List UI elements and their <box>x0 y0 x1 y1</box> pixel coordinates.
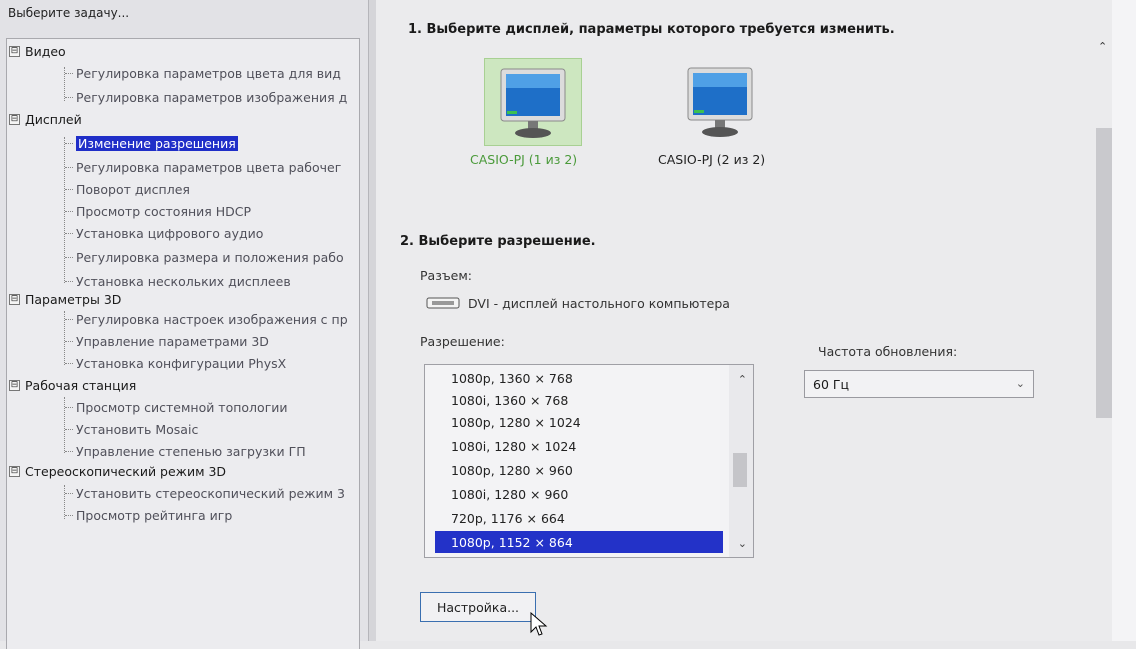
display-2-card[interactable] <box>672 58 768 144</box>
task-pane: Выберите задачу... ⊟ Видео Регулировка п… <box>0 0 368 649</box>
tree-category-3d[interactable]: ⊟ Параметры 3D <box>9 289 121 309</box>
resolution-option[interactable]: 1080p, 1360 × 768 <box>435 367 723 389</box>
tree-category-stereo3d[interactable]: ⊟ Стереоскопический режим 3D <box>9 461 226 481</box>
chevron-up-icon[interactable]: ⌃ <box>738 373 747 386</box>
collapse-icon[interactable]: ⊟ <box>9 465 20 477</box>
window-edge <box>1112 0 1136 641</box>
tree-category-label: Стереоскопический режим 3D <box>25 463 227 479</box>
display-1-label[interactable]: CASIO-PJ (1 из 2) <box>470 152 577 167</box>
connector-label: Разъем: <box>420 268 473 283</box>
resolution-option-selected[interactable]: 1080p, 1152 × 864 <box>435 531 723 553</box>
collapse-icon[interactable]: ⊟ <box>9 45 20 57</box>
tree-item-3d-image[interactable]: Регулировка настроек изображения с пр <box>65 309 348 329</box>
main-scrollbar-thumb[interactable] <box>1096 128 1112 418</box>
setup-button[interactable]: Настройка... <box>420 592 536 622</box>
main-content: 1. Выберите дисплей, параметры которого … <box>376 0 1136 641</box>
tree-item-gpu-load[interactable]: Управление степенью загрузки ГП <box>65 441 306 461</box>
tree-item-rotate-display[interactable]: Поворот дисплея <box>65 179 190 199</box>
tree-category-label: Видео <box>25 43 66 59</box>
mouse-cursor-icon <box>530 612 548 636</box>
resolution-list[interactable]: 1080p, 1360 × 768 1080i, 1360 × 768 1080… <box>424 364 754 558</box>
tree-item-system-topology[interactable]: Просмотр системной топологии <box>65 397 288 417</box>
collapse-icon[interactable]: ⊟ <box>9 293 20 305</box>
tree-item-multiple-displays[interactable]: Установка нескольких дисплеев <box>65 271 291 291</box>
tree-category-label: Рабочая станция <box>25 377 137 393</box>
tree-item-game-ratings[interactable]: Просмотр рейтинга игр <box>65 505 232 525</box>
tree-category-label: Параметры 3D <box>25 291 122 307</box>
main-scrollbar[interactable]: ⌃ <box>1096 40 1112 641</box>
tree-item-physx[interactable]: Установка конфигурации PhysX <box>65 353 286 373</box>
tree-category-video[interactable]: ⊟ Видео <box>9 41 66 61</box>
task-tree: ⊟ Видео Регулировка параметров цвета для… <box>6 38 360 649</box>
resolution-option[interactable]: 1080i, 1280 × 960 <box>435 483 723 505</box>
step2-title: 2. Выберите разрешение. <box>400 234 596 249</box>
resolution-option[interactable]: 1080i, 1360 × 768 <box>435 389 723 411</box>
task-pane-header: Выберите задачу... <box>8 6 130 20</box>
tree-item-desktop-size[interactable]: Регулировка размера и положения рабо <box>65 247 344 267</box>
refresh-rate-label: Частота обновления: <box>818 344 958 359</box>
step1-title: 1. Выберите дисплей, параметры которого … <box>408 22 895 37</box>
resolution-option[interactable]: 1080p, 1280 × 1024 <box>435 411 723 433</box>
tree-item-video-image[interactable]: Регулировка параметров изображения д <box>65 87 347 107</box>
tree-item-set-stereo3d[interactable]: Установить стереоскопический режим 3 <box>65 483 345 503</box>
collapse-icon[interactable]: ⊟ <box>9 379 20 391</box>
chevron-down-icon[interactable]: ⌄ <box>738 537 747 550</box>
tree-item-hdcp-status[interactable]: Просмотр состояния HDCP <box>65 201 251 221</box>
connector-value: DVI - дисплей настольного компьютера <box>468 296 730 311</box>
collapse-icon[interactable]: ⊟ <box>9 113 20 125</box>
display-1-card[interactable] <box>484 58 582 146</box>
tree-item-change-resolution[interactable]: Изменение разрешения <box>65 133 238 153</box>
chevron-down-icon: ⌄ <box>1015 377 1025 390</box>
tree-item-desktop-color[interactable]: Регулировка параметров цвета рабочег <box>65 157 341 177</box>
scrollbar-thumb[interactable] <box>733 453 747 487</box>
dvi-connector-icon <box>426 297 460 309</box>
resolution-option[interactable]: 1080i, 1280 × 1024 <box>435 435 723 457</box>
tree-item-digital-audio[interactable]: Установка цифрового аудио <box>65 223 263 243</box>
monitor-icon <box>500 68 566 138</box>
resolution-option[interactable]: 1080p, 1280 × 960 <box>435 459 723 481</box>
resolution-label: Разрешение: <box>420 334 505 349</box>
chevron-up-icon[interactable]: ⌃ <box>1098 40 1107 53</box>
resolution-scrollbar[interactable]: ⌃ ⌄ <box>729 365 753 557</box>
tree-item-mosaic[interactable]: Установить Mosaic <box>65 419 198 439</box>
tree-item-video-color[interactable]: Регулировка параметров цвета для вид <box>65 63 341 83</box>
refresh-rate-value: 60 Гц <box>813 376 850 392</box>
tree-category-display[interactable]: ⊟ Дисплей <box>9 109 82 129</box>
monitor-icon <box>687 67 753 137</box>
resolution-option[interactable]: 720p, 1176 × 664 <box>435 507 723 529</box>
display-2-label[interactable]: CASIO-PJ (2 из 2) <box>658 152 765 167</box>
tree-category-workstation[interactable]: ⊟ Рабочая станция <box>9 375 136 395</box>
tree-item-3d-manage[interactable]: Управление параметрами 3D <box>65 331 269 351</box>
tree-category-label: Дисплей <box>25 111 82 127</box>
refresh-rate-select[interactable]: 60 Гц ⌄ <box>804 370 1034 398</box>
